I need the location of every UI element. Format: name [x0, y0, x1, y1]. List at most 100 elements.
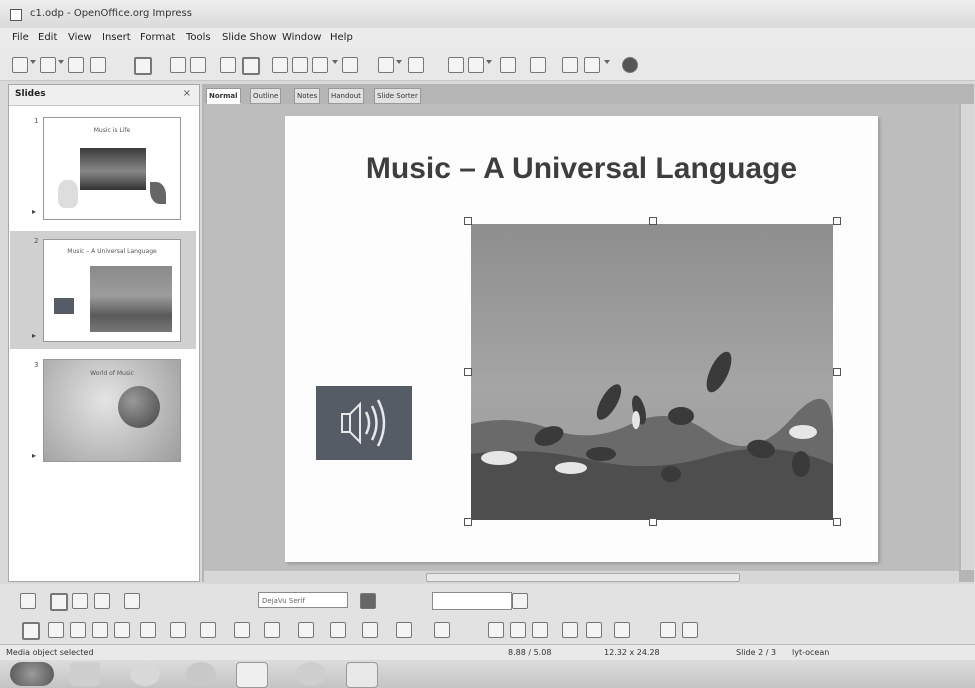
line-icon[interactable]: [48, 622, 64, 638]
menu-help[interactable]: Help: [330, 32, 353, 43]
close-icon[interactable]: ×: [183, 88, 191, 99]
edit-file-icon[interactable]: [134, 57, 152, 75]
tab-normal[interactable]: Normal: [206, 88, 241, 104]
speaker-icon[interactable]: [316, 386, 412, 460]
stop-icon[interactable]: [94, 593, 110, 609]
slide-thumbnail-2[interactable]: 2 ▸ Music – A Universal Language: [10, 231, 196, 349]
slide-thumbnail-3[interactable]: 3 ▸ World of Music: [10, 357, 196, 469]
gallery-icon[interactable]: [532, 622, 548, 638]
firefox-icon[interactable]: [296, 662, 326, 686]
arrange-icon[interactable]: [614, 622, 630, 638]
table-icon[interactable]: [468, 57, 484, 73]
openoffice-task-icon[interactable]: [236, 662, 268, 688]
help-icon[interactable]: [622, 57, 638, 73]
menu-tools[interactable]: Tools: [186, 32, 211, 43]
points-icon[interactable]: [434, 622, 450, 638]
redo-icon[interactable]: [408, 57, 424, 73]
menu-view[interactable]: View: [68, 32, 92, 43]
menu-window[interactable]: Window: [282, 32, 321, 43]
resize-handle[interactable]: [464, 368, 472, 376]
explorer-icon[interactable]: [70, 662, 100, 686]
arrow-line-icon[interactable]: [70, 622, 86, 638]
select-icon[interactable]: [22, 622, 40, 640]
chevron-down-icon[interactable]: [486, 60, 492, 64]
play-icon[interactable]: [50, 593, 68, 611]
rectangle-icon[interactable]: [92, 622, 108, 638]
horizontal-scrollbar[interactable]: [204, 570, 959, 583]
resize-handle[interactable]: [833, 217, 841, 225]
chevron-down-icon[interactable]: [58, 60, 64, 64]
chevron-down-icon[interactable]: [396, 60, 402, 64]
connector-icon[interactable]: [200, 622, 216, 638]
print-icon[interactable]: [190, 57, 206, 73]
mute-icon[interactable]: [360, 593, 376, 609]
tab-outline[interactable]: Outline: [250, 88, 282, 104]
insert-media-icon[interactable]: [20, 593, 36, 609]
undo-icon[interactable]: [378, 57, 394, 73]
flowchart-icon[interactable]: [330, 622, 346, 638]
menu-slide-show[interactable]: Slide Show: [222, 32, 277, 43]
repeat-icon[interactable]: [124, 593, 140, 609]
gallery-icon[interactable]: [562, 57, 578, 73]
browser-icon[interactable]: [186, 662, 216, 686]
font-size-field[interactable]: [432, 592, 512, 610]
zoom-dropdown-icon[interactable]: [512, 593, 528, 609]
stars-icon[interactable]: [396, 622, 412, 638]
birds-photo[interactable]: [471, 224, 833, 520]
clone-formatting-icon[interactable]: [342, 57, 358, 73]
toggle-extrusion-icon[interactable]: [682, 622, 698, 638]
ellipse-icon[interactable]: [114, 622, 130, 638]
pause-icon[interactable]: [72, 593, 88, 609]
resize-handle[interactable]: [464, 217, 472, 225]
curve-icon[interactable]: [170, 622, 186, 638]
font-name-field[interactable]: DejaVu Serif: [258, 592, 348, 608]
slide-canvas[interactable]: Music – A Universal Language: [285, 116, 878, 562]
spellcheck-icon[interactable]: [220, 57, 236, 73]
text-icon[interactable]: [140, 622, 156, 638]
cut-icon[interactable]: [272, 57, 288, 73]
chevron-down-icon[interactable]: [30, 60, 36, 64]
basic-shapes-icon[interactable]: [234, 622, 250, 638]
vertical-scrollbar[interactable]: [961, 104, 974, 570]
chevron-down-icon[interactable]: [332, 60, 338, 64]
email-icon[interactable]: [90, 57, 106, 73]
callouts-icon[interactable]: [362, 622, 378, 638]
block-arrows-icon[interactable]: [298, 622, 314, 638]
paste-icon[interactable]: [312, 57, 328, 73]
save-icon[interactable]: [68, 57, 84, 73]
navigator-icon[interactable]: [530, 57, 546, 73]
hyperlink-icon[interactable]: [500, 57, 516, 73]
align-icon[interactable]: [586, 622, 602, 638]
copy-icon[interactable]: [292, 57, 308, 73]
rotate-icon[interactable]: [562, 622, 578, 638]
resize-handle[interactable]: [649, 518, 657, 526]
symbol-shapes-icon[interactable]: [264, 622, 280, 638]
new-icon[interactable]: [12, 57, 28, 73]
tab-slide-sorter[interactable]: Slide Sorter: [374, 88, 421, 104]
zoom-icon[interactable]: [584, 57, 600, 73]
menu-file[interactable]: File: [12, 32, 29, 43]
chevron-down-icon[interactable]: [604, 60, 610, 64]
chart-icon[interactable]: [448, 57, 464, 73]
menu-format[interactable]: Format: [140, 32, 175, 43]
extrusion-icon[interactable]: [660, 622, 676, 638]
tab-notes[interactable]: Notes: [294, 88, 321, 104]
from-file-icon[interactable]: [510, 622, 526, 638]
tab-handout[interactable]: Handout: [328, 88, 364, 104]
scrollbar-thumb[interactable]: [426, 573, 740, 582]
start-button[interactable]: [10, 662, 54, 686]
resize-handle[interactable]: [833, 518, 841, 526]
resize-handle[interactable]: [464, 518, 472, 526]
word-icon[interactable]: [346, 662, 378, 688]
resize-handle[interactable]: [649, 217, 657, 225]
slide-thumbnail-1[interactable]: 1 ▸ Music is Life: [10, 111, 196, 223]
menu-edit[interactable]: Edit: [38, 32, 57, 43]
resize-handle[interactable]: [833, 368, 841, 376]
autospell-icon[interactable]: [242, 57, 260, 75]
media-player-icon[interactable]: [130, 662, 160, 686]
export-pdf-icon[interactable]: [170, 57, 186, 73]
fontwork-icon[interactable]: [488, 622, 504, 638]
menu-insert[interactable]: Insert: [102, 32, 131, 43]
open-icon[interactable]: [40, 57, 56, 73]
slide-title[interactable]: Music – A Universal Language: [285, 152, 878, 186]
